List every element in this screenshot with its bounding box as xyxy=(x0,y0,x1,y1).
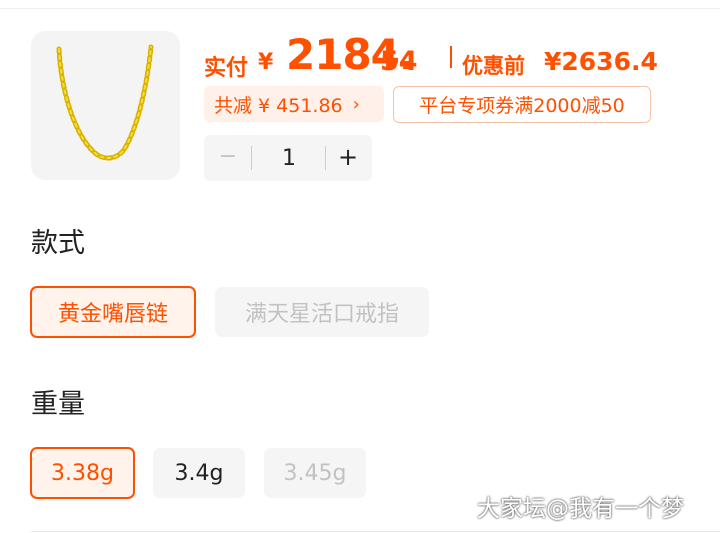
weight-option-label: 3.4g xyxy=(174,460,224,486)
quantity-value[interactable]: 1 xyxy=(264,146,314,171)
pay-label: 实付 xyxy=(204,56,249,81)
coupon-badge[interactable]: 平台专项券满2000减50 xyxy=(393,86,651,123)
watermark: 大家坛@我有一个梦 xyxy=(477,496,684,522)
weight-option-label: 3.38g xyxy=(51,460,114,486)
original-price-value: ¥2636.4 xyxy=(544,47,658,76)
weight-option-label: 3.45g xyxy=(283,460,347,486)
bottom-divider xyxy=(31,531,720,532)
gold-necklace-image xyxy=(56,44,154,161)
style-option-lip-chain[interactable]: 黄金嘴唇链 xyxy=(30,286,196,338)
price-separator xyxy=(450,46,452,68)
quantity-stepper[interactable]: − 1 + xyxy=(204,135,372,181)
weight-option-3-4g[interactable]: 3.4g xyxy=(153,448,245,498)
chevron-right-icon: › xyxy=(352,93,360,115)
style-section-title: 款式 xyxy=(31,228,85,259)
discount-text: 共减 ¥ 451.86 xyxy=(214,94,343,117)
product-thumbnail[interactable] xyxy=(31,31,180,180)
top-divider xyxy=(0,8,720,9)
weight-option-3-38g[interactable]: 3.38g xyxy=(30,447,135,499)
discount-detail-button[interactable]: 共减 ¥ 451.86 › xyxy=(204,86,384,122)
weight-option-3-45g: 3.45g xyxy=(264,448,366,498)
style-option-label: 满天星活口戒指 xyxy=(244,302,399,327)
original-price-label: 优惠前 xyxy=(462,54,525,78)
stepper-divider xyxy=(325,146,326,170)
coupon-text: 平台专项券满2000减50 xyxy=(419,95,625,117)
pay-amount-decimal: 54 xyxy=(380,46,418,77)
pay-currency: ¥ xyxy=(258,50,274,75)
stepper-divider xyxy=(251,146,252,170)
decrement-button[interactable]: − xyxy=(216,144,240,169)
weight-section-title: 重量 xyxy=(31,389,85,420)
increment-button[interactable]: + xyxy=(336,143,360,171)
style-option-label: 黄金嘴唇链 xyxy=(57,302,168,327)
style-option-star-ring: 满天星活口戒指 xyxy=(215,287,429,337)
